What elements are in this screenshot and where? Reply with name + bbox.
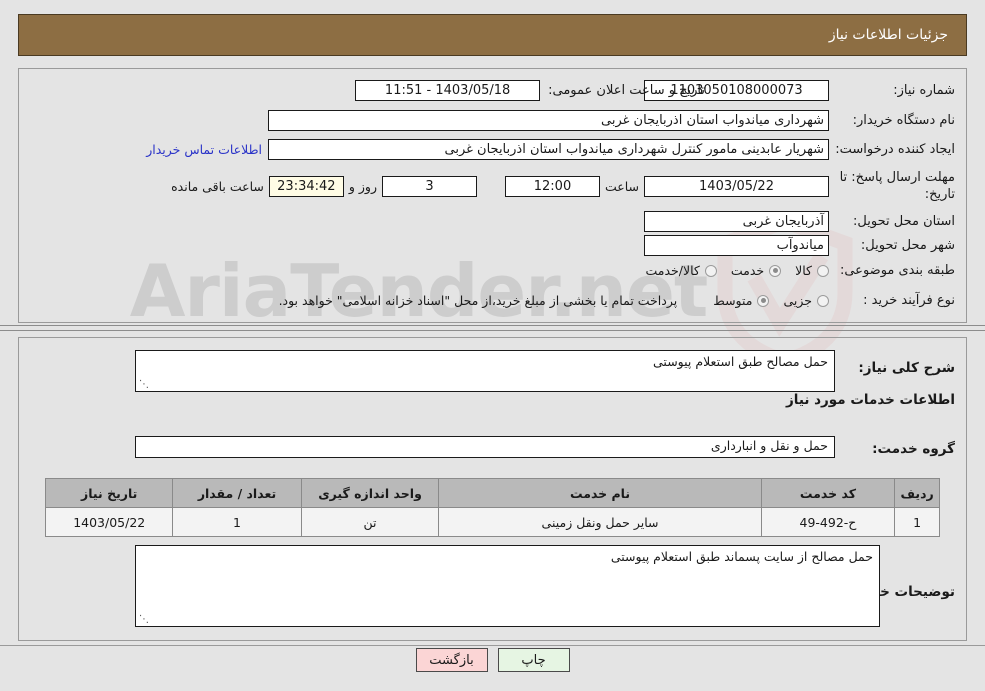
radio-jozii-icon[interactable] bbox=[817, 294, 829, 307]
purchase-type-label: نوع فرآیند خرید : bbox=[863, 293, 955, 308]
general-description-value: حمل مصالح طبق استعلام پیوستی bbox=[653, 354, 828, 369]
table-header-row: ردیف کد خدمت نام خدمت واحد اندازه گیری ت… bbox=[44, 478, 940, 508]
category-option-khedmat[interactable]: خدمت bbox=[717, 263, 782, 279]
page-header-bar: جزئیات اطلاعات نیاز bbox=[18, 14, 967, 56]
deadline-label: مهلت ارسال پاسخ: تا تاریخ: bbox=[839, 170, 955, 202]
page-title: جزئیات اطلاعات نیاز bbox=[828, 27, 948, 43]
service-group-value: حمل و نقل و انبارداری bbox=[710, 438, 828, 453]
row-announce-datetime: تاریخ و ساعت اعلان عمومی: 1403/05/18 - 1… bbox=[355, 80, 705, 101]
delivery-city-label: شهر محل تحویل: bbox=[860, 237, 955, 253]
column-header-service-code: کد خدمت bbox=[760, 478, 896, 508]
announce-datetime-label: تاریخ و ساعت اعلان عمومی: bbox=[548, 82, 705, 98]
remaining-days-suffix: روز و bbox=[348, 179, 377, 195]
buyer-notes-value: حمل مصالح از سایت پسماند طبق استعلام پیو… bbox=[610, 549, 873, 564]
countdown-timer: 23:34:42 bbox=[268, 176, 344, 198]
service-group-field[interactable]: حمل و نقل و انبارداری bbox=[135, 436, 835, 458]
row-delivery-province: استان محل تحویل: آذربایجان غربی bbox=[644, 211, 955, 232]
cell-need-date: 1403/05/22 bbox=[44, 507, 174, 537]
row-requester: ایجاد کننده درخواست: شهریار عابدینی مامو… bbox=[140, 139, 955, 160]
delivery-province-label: استان محل تحویل: bbox=[853, 213, 955, 229]
row-buyer-org: نام دستگاه خریدار: شهرداری میاندواب استا… bbox=[268, 110, 955, 131]
radio-motevaset-icon[interactable] bbox=[757, 294, 770, 307]
category-option-kala-label: کالا bbox=[795, 263, 812, 279]
purchase-option-jozii[interactable]: جزیی bbox=[769, 293, 829, 308]
cell-service-name: سایر حمل ونقل زمینی bbox=[438, 507, 762, 537]
deadline-date-value: 1403/05/22 bbox=[644, 176, 829, 198]
remaining-days-value: 3 bbox=[381, 176, 477, 198]
buyer-org-value: شهرداری میاندواب استان اذربایجان غربی bbox=[268, 110, 829, 131]
column-header-quantity: تعداد / مقدار bbox=[172, 478, 302, 508]
footer-divider bbox=[0, 645, 985, 646]
purchase-option-jozii-label: جزیی bbox=[783, 293, 812, 309]
category-option-kala-khedmat-label: کالا/خدمت bbox=[645, 263, 700, 279]
category-label: طبقه بندی موضوعی: bbox=[839, 263, 955, 278]
back-button[interactable]: بازگشت bbox=[415, 648, 488, 672]
category-option-kala[interactable]: کالا bbox=[781, 263, 829, 278]
footer-actions: بازگشت چاپ bbox=[0, 648, 985, 672]
category-option-khedmat-label: خدمت bbox=[730, 263, 765, 279]
buyer-contact-link[interactable]: اطلاعات تماس خریدار bbox=[140, 142, 268, 157]
purchase-option-motevaset-label: متوسط bbox=[713, 293, 753, 309]
category-option-kala-khedmat[interactable]: کالا/خدمت bbox=[631, 263, 717, 279]
row-purchase-type: نوع فرآیند خرید : جزیی متوسط پرداخت تمام… bbox=[274, 292, 955, 310]
deadline-time-label: ساعت bbox=[604, 179, 639, 195]
services-section-heading: اطلاعات خدمات مورد نیاز bbox=[785, 392, 955, 408]
radio-kala-icon[interactable] bbox=[817, 264, 829, 277]
table-row: 1 ح-492-49 سایر حمل ونقل زمینی تن 1 1403… bbox=[44, 507, 940, 537]
radio-kala-khedmat-icon[interactable] bbox=[704, 264, 717, 277]
column-header-index: ردیف bbox=[894, 478, 940, 508]
cell-index: 1 bbox=[894, 507, 940, 537]
row-delivery-city: شهر محل تحویل: میاندوآب bbox=[644, 235, 955, 256]
column-header-service-name: نام خدمت bbox=[438, 478, 762, 508]
service-group-label: گروه خدمت: bbox=[872, 441, 955, 457]
purchase-type-note: پرداخت تمام یا بخشی از مبلغ خرید،از محل … bbox=[278, 293, 678, 309]
cell-quantity: 1 bbox=[172, 507, 302, 537]
general-description-textarea[interactable]: حمل مصالح طبق استعلام پیوستی ⋰ bbox=[135, 350, 835, 392]
deadline-time-value: 12:00 bbox=[504, 176, 600, 198]
section-divider-top bbox=[0, 325, 985, 331]
need-number-label: شماره نیاز: bbox=[893, 82, 955, 98]
general-description-label: شرح کلی نیاز: bbox=[858, 360, 955, 376]
countdown-suffix: ساعت باقی مانده bbox=[171, 179, 264, 195]
announce-datetime-value: 1403/05/18 - 11:51 bbox=[355, 80, 541, 101]
buyer-org-label: نام دستگاه خریدار: bbox=[852, 112, 955, 128]
column-header-need-date: تاریخ نیاز bbox=[44, 478, 174, 508]
delivery-city-value: میاندوآب bbox=[644, 235, 829, 256]
resize-grip-icon[interactable]: ⋰ bbox=[139, 615, 149, 625]
requester-label: ایجاد کننده درخواست: bbox=[835, 141, 955, 157]
resize-grip-icon[interactable]: ⋰ bbox=[139, 380, 149, 390]
cell-unit: تن bbox=[300, 507, 440, 537]
buyer-notes-textarea[interactable]: حمل مصالح از سایت پسماند طبق استعلام پیو… bbox=[135, 545, 880, 627]
row-category: طبقه بندی موضوعی: کالا خدمت کالا/خدمت bbox=[631, 262, 955, 280]
column-header-unit: واحد اندازه گیری bbox=[300, 478, 440, 508]
radio-khedmat-icon[interactable] bbox=[769, 264, 782, 277]
services-table: ردیف کد خدمت نام خدمت واحد اندازه گیری ت… bbox=[44, 478, 940, 537]
cell-service-code: ح-492-49 bbox=[760, 507, 896, 537]
row-deadline: مهلت ارسال پاسخ: تا تاریخ: 1403/05/22 سا… bbox=[166, 170, 955, 204]
purchase-option-motevaset[interactable]: متوسط bbox=[699, 293, 770, 309]
requester-value: شهریار عابدینی مامور کنترل شهرداری میاند… bbox=[268, 139, 829, 160]
print-button[interactable]: چاپ bbox=[497, 648, 570, 672]
delivery-province-value: آذربایجان غربی bbox=[644, 211, 829, 232]
